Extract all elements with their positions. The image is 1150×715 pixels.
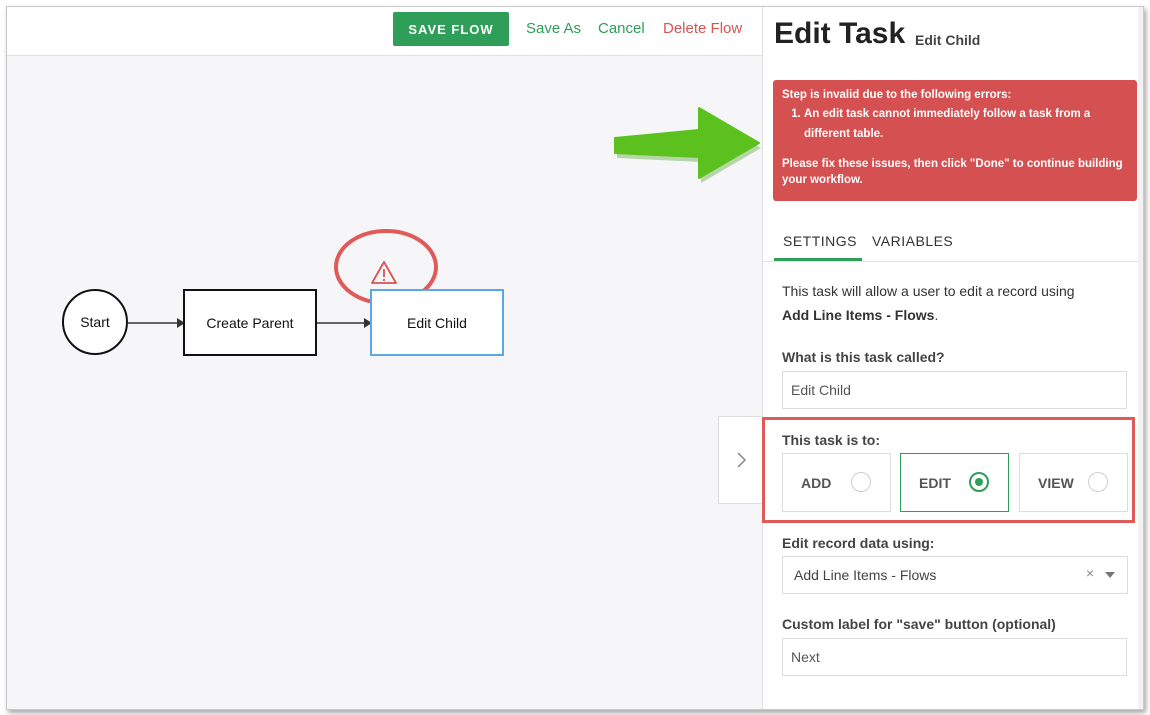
panel-scrollbar[interactable] bbox=[1138, 7, 1143, 709]
tab-settings[interactable]: SETTINGS bbox=[783, 233, 857, 249]
task-type-option-edit[interactable]: EDIT bbox=[900, 453, 1009, 512]
edit-task-panel: Edit Task Edit Child Step is invalid due… bbox=[762, 7, 1143, 709]
radio-button[interactable] bbox=[851, 472, 871, 492]
error-item: An edit task cannot immediately follow a… bbox=[804, 104, 1128, 144]
flow-node-create-parent[interactable]: Create Parent bbox=[183, 289, 317, 356]
description-text: This task will allow a user to edit a re… bbox=[782, 283, 1075, 299]
description-table-name: Add Line Items - Flows bbox=[782, 307, 935, 323]
description-suffix: . bbox=[934, 307, 939, 323]
node-label: Create Parent bbox=[206, 314, 294, 331]
error-heading: Step is invalid due to the following err… bbox=[782, 89, 1012, 101]
clear-icon[interactable]: × bbox=[1086, 565, 1094, 581]
active-tab-indicator bbox=[774, 258, 862, 261]
error-alert: Step is invalid due to the following err… bbox=[773, 80, 1137, 201]
tab-variables[interactable]: VARIABLES bbox=[872, 233, 953, 249]
task-name-input[interactable]: Edit Child bbox=[782, 371, 1127, 409]
panel-tabs: SETTINGS VARIABLES bbox=[763, 229, 1143, 262]
radio-button[interactable] bbox=[1088, 472, 1108, 492]
panel-title: Edit Task bbox=[774, 17, 906, 50]
task-type-option-add[interactable]: ADD bbox=[782, 453, 891, 512]
flow-canvas bbox=[128, 107, 761, 328]
node-label: Start bbox=[80, 314, 110, 330]
chevron-right-icon bbox=[737, 452, 747, 468]
select-value: Add Line Items - Flows bbox=[794, 567, 937, 583]
panel-subtitle: Edit Child bbox=[915, 32, 981, 48]
caret-down-icon[interactable] bbox=[1105, 572, 1115, 578]
record-source-select[interactable]: Add Line Items - Flows × bbox=[782, 556, 1128, 594]
option-label: ADD bbox=[801, 475, 832, 491]
node-label: Edit Child bbox=[407, 314, 467, 331]
radio-dot bbox=[975, 478, 983, 486]
error-footer: Please fix these issues, then click "Don… bbox=[782, 158, 1123, 186]
radio-button-checked[interactable] bbox=[969, 472, 989, 492]
task-description: This task will allow a user to edit a re… bbox=[782, 279, 1127, 327]
save-label-input[interactable]: Next bbox=[782, 638, 1127, 676]
save-label-label: Custom label for "save" button (optional… bbox=[782, 616, 1056, 632]
option-label: EDIT bbox=[919, 475, 951, 491]
task-type-option-view[interactable]: VIEW bbox=[1019, 453, 1128, 512]
option-label: VIEW bbox=[1038, 475, 1074, 491]
annotation-arrow bbox=[614, 107, 761, 183]
flow-node-start[interactable]: Start bbox=[62, 289, 128, 355]
task-name-label: What is this task called? bbox=[782, 349, 945, 365]
task-type-label: This task is to: bbox=[782, 432, 881, 448]
warning-triangle-icon[interactable] bbox=[371, 261, 397, 284]
flow-node-edit-child[interactable]: Edit Child bbox=[370, 289, 504, 356]
record-source-label: Edit record data using: bbox=[782, 535, 935, 551]
app-window: SAVE FLOW Save As Cancel Delete Flow Sta… bbox=[6, 6, 1144, 710]
error-list: An edit task cannot immediately follow a… bbox=[782, 104, 1128, 144]
collapse-panel-tab[interactable] bbox=[718, 416, 763, 504]
